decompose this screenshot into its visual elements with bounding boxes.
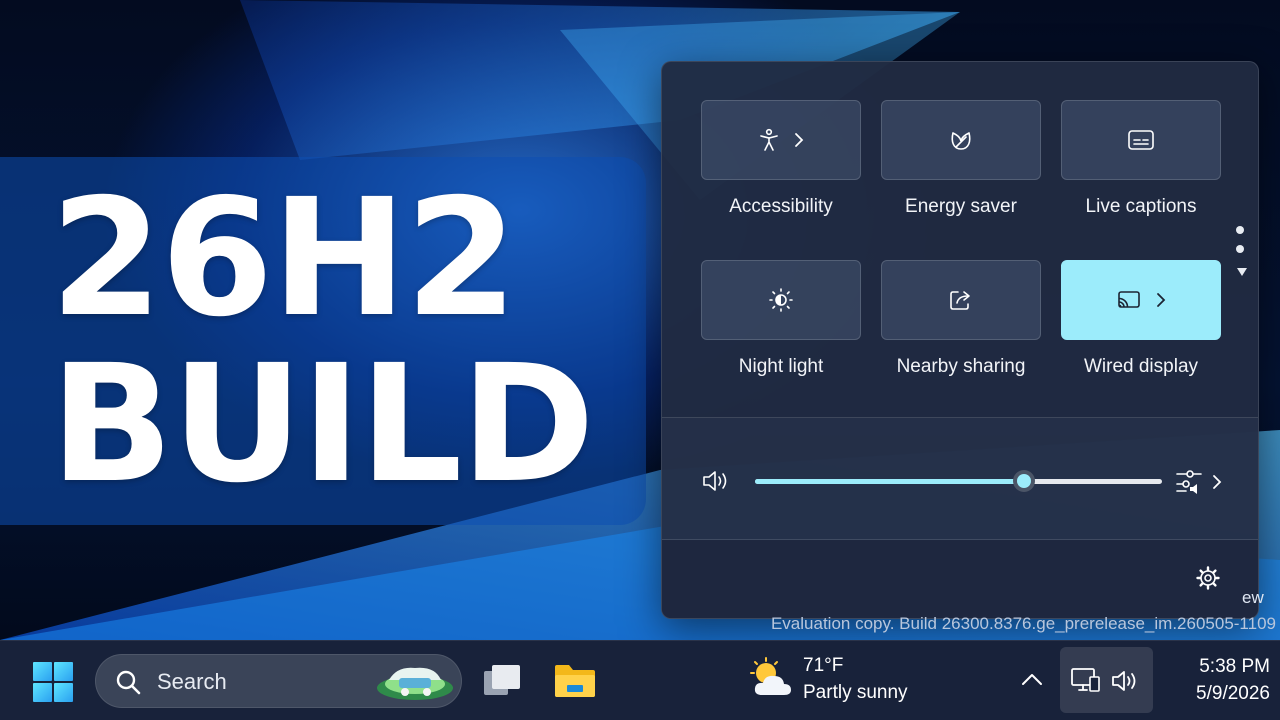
- search-label: Search: [157, 669, 227, 694]
- taskbar-search-box[interactable]: Search: [95, 654, 462, 708]
- page-dot[interactable]: [1236, 226, 1244, 234]
- volume-slider-thumb[interactable]: [1012, 470, 1035, 492]
- chevron-right-icon[interactable]: [1156, 292, 1166, 308]
- brightness-icon: [769, 288, 793, 312]
- weather-condition[interactable]: Partly sunny: [803, 682, 908, 704]
- volume-slider-fill: [755, 479, 1024, 484]
- accessibility-tile[interactable]: [701, 100, 861, 180]
- weather-temperature[interactable]: 71°F: [803, 655, 843, 677]
- clock-time[interactable]: 5:38 PM: [1150, 656, 1270, 678]
- windows-start-icon[interactable]: [30, 659, 76, 705]
- accessibility-icon: [760, 128, 778, 151]
- sound-mixer-icon[interactable]: [1174, 467, 1208, 497]
- title-line-2: BUILD: [50, 331, 595, 519]
- watermark-line-2: Evaluation copy. Build 26300.8376.ge_pre…: [770, 614, 1276, 633]
- leaf-icon: [951, 132, 971, 150]
- night-light-tile[interactable]: [701, 260, 861, 340]
- volume-icon: [1112, 671, 1136, 691]
- panel-footer: [662, 540, 1258, 618]
- search-icon: [116, 670, 141, 695]
- network-icon: [1071, 668, 1100, 692]
- energy-saver-tile[interactable]: [881, 100, 1041, 180]
- nearby-sharing-tile[interactable]: [881, 260, 1041, 340]
- arrow-down-icon[interactable]: [1236, 267, 1248, 277]
- accessibility-label: Accessibility: [729, 196, 833, 217]
- quick-settings-panel: Accessibility Energy saver Live captions: [661, 61, 1259, 619]
- partly-sunny-icon[interactable]: [750, 657, 794, 699]
- gear-icon[interactable]: [1195, 565, 1221, 591]
- share-icon: [950, 291, 970, 310]
- volume-slider[interactable]: [755, 470, 1162, 492]
- live-captions-tile[interactable]: [1061, 100, 1221, 180]
- task-view-icon[interactable]: [480, 661, 524, 701]
- page-indicator[interactable]: [1236, 226, 1248, 282]
- wired-display-label: Wired display: [1083, 356, 1199, 377]
- chevron-right-icon[interactable]: [794, 132, 804, 148]
- page-dot[interactable]: [1236, 245, 1244, 253]
- title-line-1: 26H2: [50, 165, 518, 353]
- watermark-line-1: ew: [1242, 588, 1264, 607]
- night-light-label: Night light: [738, 356, 824, 377]
- file-explorer-icon[interactable]: [553, 661, 597, 701]
- speaker-icon[interactable]: [701, 468, 733, 494]
- search-highlight-icon: [377, 667, 453, 700]
- nearby-sharing-label: Nearby sharing: [896, 356, 1026, 377]
- captions-icon: [1128, 130, 1154, 150]
- energy-saver-label: Energy saver: [905, 196, 1017, 217]
- clock-date[interactable]: 5/9/2026: [1150, 683, 1270, 705]
- show-hidden-icons-chevron-up-icon[interactable]: [1020, 669, 1044, 689]
- wired-display-tile[interactable]: [1061, 260, 1221, 340]
- chevron-right-icon[interactable]: [1212, 474, 1222, 490]
- system-tray-group[interactable]: [1060, 647, 1153, 713]
- live-captions-label: Live captions: [1085, 196, 1197, 217]
- cast-icon: [1118, 291, 1140, 308]
